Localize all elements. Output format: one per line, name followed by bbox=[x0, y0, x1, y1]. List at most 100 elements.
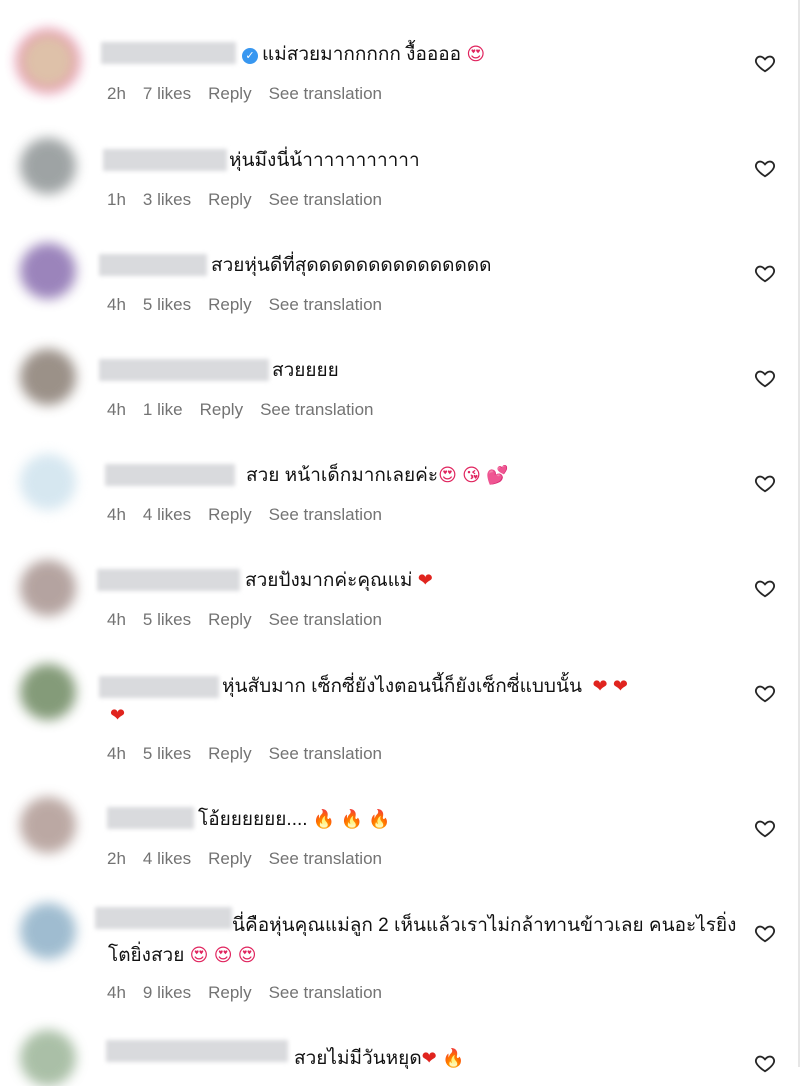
avatar[interactable] bbox=[20, 1030, 76, 1086]
username-blurred[interactable] bbox=[103, 149, 227, 171]
heart-outline-icon[interactable] bbox=[754, 157, 776, 179]
heart-eyes-emoji: 😍 bbox=[466, 44, 486, 65]
kiss-emoji: 😘 bbox=[462, 465, 481, 486]
comment-time: 4h bbox=[107, 744, 126, 763]
heart-eyes-emoji: 😍 bbox=[213, 945, 233, 966]
comment-meta: 4h 4 likes Reply See translation bbox=[107, 505, 399, 525]
see-translation-button[interactable]: See translation bbox=[269, 849, 382, 868]
fire-emoji: 🔥 bbox=[312, 809, 336, 830]
avatar[interactable] bbox=[20, 664, 76, 720]
avatar[interactable] bbox=[20, 560, 76, 616]
comment-meta: 4h 1 like Reply See translation bbox=[107, 400, 390, 420]
heart-eyes-emoji: 😍 bbox=[189, 945, 209, 966]
comment-time: 4h bbox=[107, 400, 126, 419]
username-blurred[interactable] bbox=[99, 359, 269, 381]
fire-emoji: 🔥 bbox=[368, 809, 391, 830]
username-blurred[interactable] bbox=[105, 464, 235, 486]
see-translation-button[interactable]: See translation bbox=[269, 983, 382, 1002]
avatar[interactable] bbox=[20, 243, 76, 299]
likes-count[interactable]: 9 likes bbox=[143, 983, 191, 1002]
comment-text: ✓ แม่สวยมากกกกก งื้ออออ 😍 bbox=[242, 40, 485, 70]
heart-outline-icon[interactable] bbox=[754, 472, 776, 494]
comment-time: 4h bbox=[107, 505, 126, 524]
likes-count[interactable]: 7 likes bbox=[143, 84, 191, 103]
username-blurred[interactable] bbox=[107, 807, 194, 829]
see-translation-button[interactable]: See translation bbox=[269, 295, 382, 314]
comment-text: สวย หน้าเด็กมากเลยค่ะ😍 😘 💕 bbox=[246, 465, 509, 486]
red-heart-emoji: ❤ bbox=[592, 676, 608, 697]
comment-meta: 4h 5 likes Reply See translation bbox=[107, 744, 399, 764]
heart-outline-icon[interactable] bbox=[754, 682, 776, 704]
reply-button[interactable]: Reply bbox=[208, 610, 251, 629]
heart-outline-icon[interactable] bbox=[754, 1052, 776, 1074]
two-hearts-emoji: 💕 bbox=[486, 465, 509, 486]
reply-button[interactable]: Reply bbox=[208, 744, 251, 763]
comment-meta: 4h 9 likes Reply See translation bbox=[107, 983, 399, 1003]
comment-time: 4h bbox=[107, 610, 126, 629]
comment-time: 2h bbox=[107, 84, 126, 103]
avatar[interactable] bbox=[20, 138, 76, 194]
comment-meta: 1h 3 likes Reply See translation bbox=[107, 190, 399, 210]
comment-time: 1h bbox=[107, 190, 126, 209]
avatar[interactable] bbox=[20, 33, 76, 89]
see-translation-button[interactable]: See translation bbox=[260, 400, 373, 419]
see-translation-button[interactable]: See translation bbox=[269, 84, 382, 103]
heart-eyes-emoji: 😍 bbox=[237, 945, 257, 966]
likes-count[interactable]: 1 like bbox=[143, 400, 183, 419]
comment-text: หุ่นสับมาก เซ็กซี่ยังไงตอนนี้ก็ยังเซ็กซี… bbox=[222, 676, 628, 697]
likes-count[interactable]: 4 likes bbox=[143, 505, 191, 524]
red-heart-emoji: ❤ bbox=[110, 705, 126, 726]
heart-outline-icon[interactable] bbox=[754, 367, 776, 389]
reply-button[interactable]: Reply bbox=[208, 505, 251, 524]
heart-outline-icon[interactable] bbox=[754, 577, 776, 599]
fire-emoji: 🔥 bbox=[340, 809, 363, 830]
comment-text: สวยไม่มีวันหยุด❤ 🔥 bbox=[294, 1048, 465, 1069]
comment-text: สวยหุ่นดีที่สุดดดดดดดดดดดดดดด bbox=[211, 255, 492, 276]
fire-emoji: 🔥 bbox=[442, 1048, 465, 1069]
red-heart-emoji: ❤ bbox=[417, 570, 433, 591]
avatar[interactable] bbox=[20, 454, 76, 510]
comment-text: สวยยยย bbox=[272, 360, 339, 381]
see-translation-button[interactable]: See translation bbox=[269, 190, 382, 209]
reply-button[interactable]: Reply bbox=[208, 84, 251, 103]
avatar[interactable] bbox=[20, 349, 76, 405]
heart-outline-icon[interactable] bbox=[754, 52, 776, 74]
heart-outline-icon[interactable] bbox=[754, 922, 776, 944]
reply-button[interactable]: Reply bbox=[200, 400, 243, 419]
comment-text: หุ่นมึงนี่น้าาาาาาาาาาา bbox=[229, 150, 420, 171]
comment-text: นี่คือหุ่นคุณแม่ลูก 2 เห็นแล้วเราไม่กล้า… bbox=[108, 915, 737, 966]
likes-count[interactable]: 5 likes bbox=[143, 610, 191, 629]
heart-outline-icon[interactable] bbox=[754, 817, 776, 839]
see-translation-button[interactable]: See translation bbox=[269, 744, 382, 763]
see-translation-button[interactable]: See translation bbox=[269, 610, 382, 629]
reply-button[interactable]: Reply bbox=[208, 295, 251, 314]
reply-button[interactable]: Reply bbox=[208, 190, 251, 209]
avatar[interactable] bbox=[20, 903, 76, 959]
comment-text: โอ้ยยยยยย.... 🔥 🔥 🔥 bbox=[198, 809, 391, 830]
username-blurred[interactable] bbox=[101, 42, 236, 64]
comment-meta: 4h 5 likes Reply See translation bbox=[107, 610, 399, 630]
comment-text: สวยปังมากค่ะคุณแม่ ❤ bbox=[245, 570, 433, 591]
see-translation-button[interactable]: See translation bbox=[269, 505, 382, 524]
likes-count[interactable]: 5 likes bbox=[143, 744, 191, 763]
likes-count[interactable]: 3 likes bbox=[143, 190, 191, 209]
reply-button[interactable]: Reply bbox=[208, 983, 251, 1002]
username-blurred[interactable] bbox=[99, 676, 219, 698]
comment-meta: 2h 4 likes Reply See translation bbox=[107, 849, 399, 869]
heart-outline-icon[interactable] bbox=[754, 262, 776, 284]
red-heart-emoji: ❤ bbox=[612, 676, 628, 697]
likes-count[interactable]: 4 likes bbox=[143, 849, 191, 868]
avatar[interactable] bbox=[20, 797, 76, 853]
username-blurred[interactable] bbox=[106, 1040, 288, 1062]
username-blurred[interactable] bbox=[99, 254, 207, 276]
comment-time: 4h bbox=[107, 295, 126, 314]
comment-meta: 4h 5 likes Reply See translation bbox=[107, 295, 399, 315]
likes-count[interactable]: 5 likes bbox=[143, 295, 191, 314]
comment-meta: 2h 7 likes Reply See translation bbox=[107, 84, 399, 104]
heart-eyes-emoji: 😍 bbox=[438, 465, 457, 486]
reply-button[interactable]: Reply bbox=[208, 849, 251, 868]
comment-time: 2h bbox=[107, 849, 126, 868]
username-blurred[interactable] bbox=[97, 569, 240, 591]
red-heart-emoji: ❤ bbox=[421, 1048, 437, 1069]
comment-text-continued: ❤ bbox=[110, 701, 125, 731]
